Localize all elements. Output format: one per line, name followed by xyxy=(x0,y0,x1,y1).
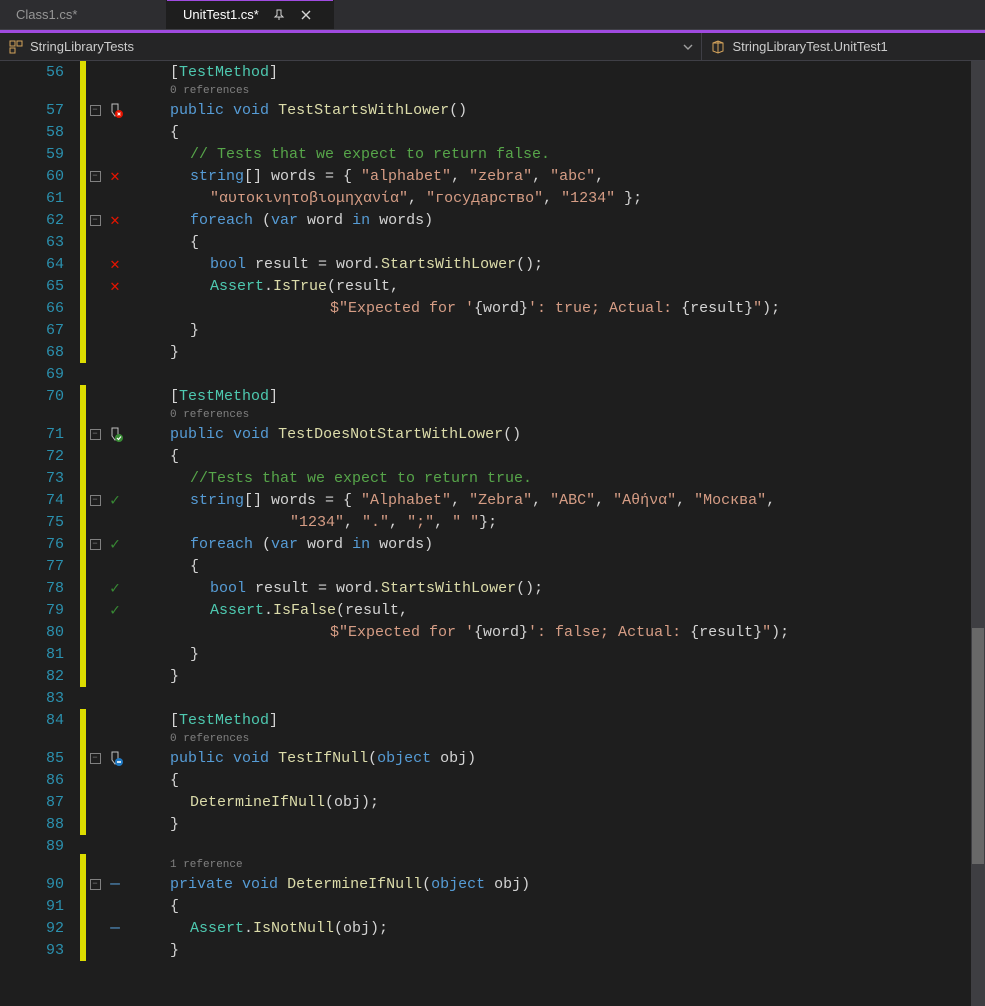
breadcrumb-class-text: StringLibraryTest.UnitTest1 xyxy=(732,39,887,54)
scrollbar-thumb[interactable] xyxy=(972,628,984,864)
class-icon xyxy=(710,39,726,55)
test-pass-marker: ✓ xyxy=(110,600,120,620)
line-number: 74 xyxy=(0,492,80,509)
codelens-references[interactable]: 0 references xyxy=(166,731,249,747)
test-pass-marker: ✓ xyxy=(110,578,120,598)
line-number: 62 xyxy=(0,212,80,229)
fold-toggle[interactable]: − xyxy=(86,171,104,182)
tab-bar: Class1.cs* UnitTest1.cs* xyxy=(0,0,985,30)
line-number: 91 xyxy=(0,898,80,915)
test-status-notrun-icon[interactable] xyxy=(104,750,126,766)
line-number: 66 xyxy=(0,300,80,317)
line-number: 76 xyxy=(0,536,80,553)
line-number: 59 xyxy=(0,146,80,163)
line-number: 68 xyxy=(0,344,80,361)
codelens-references[interactable]: 0 references xyxy=(166,407,249,423)
fold-toggle[interactable]: − xyxy=(86,105,104,116)
fold-toggle[interactable]: − xyxy=(86,879,104,890)
line-number: 71 xyxy=(0,426,80,443)
line-number: 81 xyxy=(0,646,80,663)
line-number: 82 xyxy=(0,668,80,685)
line-number: 67 xyxy=(0,322,80,339)
test-fail-marker: ✕ xyxy=(110,166,120,186)
codelens-references[interactable]: 0 references xyxy=(166,83,249,99)
line-number: 87 xyxy=(0,794,80,811)
test-status-failed-icon[interactable] xyxy=(104,102,126,118)
line-number: 89 xyxy=(0,838,80,855)
breadcrumb-namespace[interactable]: StringLibraryTests xyxy=(0,33,702,60)
namespace-icon xyxy=(8,39,24,55)
codelens-references[interactable]: 1 reference xyxy=(166,857,243,873)
line-number: 83 xyxy=(0,690,80,707)
line-number: 64 xyxy=(0,256,80,273)
tab-label: UnitTest1.cs* xyxy=(183,7,259,22)
fold-toggle[interactable]: − xyxy=(86,429,104,440)
line-number: 77 xyxy=(0,558,80,575)
tab-class1[interactable]: Class1.cs* xyxy=(0,0,167,29)
vertical-scrollbar[interactable] xyxy=(971,61,985,1006)
line-number: 85 xyxy=(0,750,80,767)
line-number: 58 xyxy=(0,124,80,141)
line-number: 78 xyxy=(0,580,80,597)
breadcrumb-namespace-text: StringLibraryTests xyxy=(30,39,134,54)
line-number: 56 xyxy=(0,64,80,81)
test-status-passed-icon[interactable] xyxy=(104,426,126,442)
line-number: 57 xyxy=(0,102,80,119)
chevron-down-icon xyxy=(683,42,693,52)
test-fail-marker: ✕ xyxy=(110,276,120,296)
test-pass-marker: ✓ xyxy=(110,534,120,554)
line-number: 90 xyxy=(0,876,80,893)
line-number: 73 xyxy=(0,470,80,487)
fold-toggle[interactable]: − xyxy=(86,539,104,550)
line-number: 84 xyxy=(0,712,80,729)
line-number: 61 xyxy=(0,190,80,207)
line-number: 80 xyxy=(0,624,80,641)
code-editor[interactable]: 56 [TestMethod] 0 references 57 − public… xyxy=(0,61,985,1006)
line-number: 63 xyxy=(0,234,80,251)
line-number: 88 xyxy=(0,816,80,833)
tab-label: Class1.cs* xyxy=(16,7,77,22)
fold-toggle[interactable]: − xyxy=(86,495,104,506)
pin-icon[interactable] xyxy=(273,9,285,21)
line-number: 60 xyxy=(0,168,80,185)
line-number: 70 xyxy=(0,388,80,405)
line-number: 86 xyxy=(0,772,80,789)
test-pass-marker: ✓ xyxy=(110,490,120,510)
breadcrumb-class[interactable]: StringLibraryTest.UnitTest1 xyxy=(702,33,985,60)
close-icon[interactable] xyxy=(299,8,313,22)
breadcrumb-bar: StringLibraryTests StringLibraryTest.Uni… xyxy=(0,33,985,61)
tab-unittest1[interactable]: UnitTest1.cs* xyxy=(167,0,334,29)
fold-toggle[interactable]: − xyxy=(86,753,104,764)
line-number: 69 xyxy=(0,366,80,383)
line-number: 72 xyxy=(0,448,80,465)
test-fail-marker: ✕ xyxy=(110,210,120,230)
line-number: 75 xyxy=(0,514,80,531)
fold-toggle[interactable]: − xyxy=(86,215,104,226)
test-notcovered-marker: — xyxy=(110,919,120,937)
test-notcovered-marker: — xyxy=(110,875,120,893)
line-number: 65 xyxy=(0,278,80,295)
line-number: 92 xyxy=(0,920,80,937)
test-fail-marker: ✕ xyxy=(110,254,120,274)
line-number: 93 xyxy=(0,942,80,959)
line-number: 79 xyxy=(0,602,80,619)
